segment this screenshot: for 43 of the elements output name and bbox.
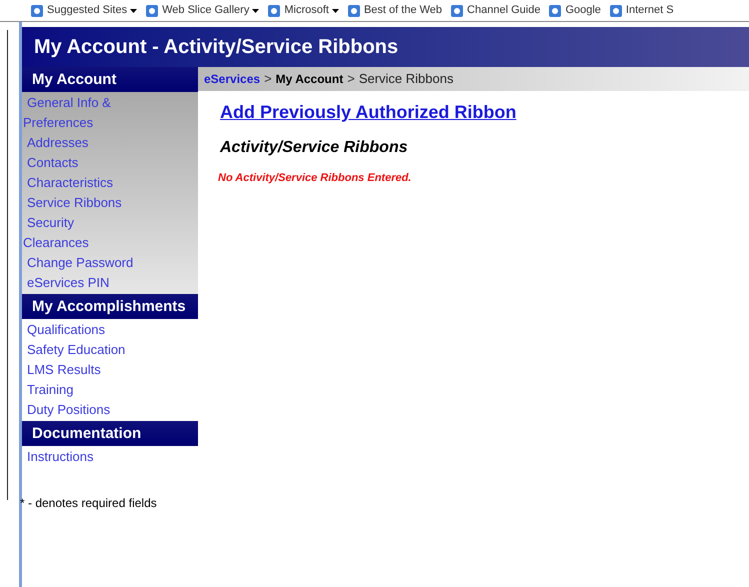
favorite-link[interactable]: Channel Guide (467, 4, 540, 17)
breadcrumb-item: My Account (276, 71, 344, 88)
sidebar-link[interactable]: Training (22, 380, 198, 400)
sidebar-link[interactable]: Change Password (22, 253, 198, 273)
page-icon (608, 4, 623, 18)
favorite-link[interactable]: Suggested Sites (47, 4, 128, 17)
sidebar-link[interactable]: Security Clearances (22, 213, 198, 253)
sidebar-link[interactable]: Addresses (22, 133, 198, 153)
caret-icon[interactable] (130, 8, 138, 12)
page-icon (267, 4, 282, 18)
sidebar-link[interactable]: Safety Education (22, 340, 198, 360)
page-icon (30, 4, 44, 18)
favorite-link[interactable]: Microsoft (284, 4, 329, 17)
add-ribbon-link[interactable]: Add Previously Authorized Ribbon (220, 99, 516, 126)
sidebar-link[interactable]: eServices PIN (22, 273, 198, 293)
footnote: * - denotes required fields (20, 495, 158, 512)
sidebar-link[interactable]: LMS Results (22, 360, 198, 380)
breadcrumb-item: Service Ribbons (358, 70, 454, 88)
sidebar-link[interactable]: Characteristics (22, 173, 198, 193)
caret-icon[interactable] (252, 8, 260, 12)
sidebar-link[interactable]: Qualifications (22, 320, 198, 340)
sidebar-heading: My Account (22, 67, 198, 92)
favorite-link[interactable]: Best of the Web (364, 4, 442, 17)
empty-message: No Activity/Service Ribbons Entered. (218, 171, 412, 186)
favorite-link[interactable]: Web Slice Gallery (162, 4, 250, 17)
page-icon (450, 4, 464, 18)
breadcrumb-item[interactable]: eServices (204, 70, 260, 88)
page-icon (145, 4, 160, 18)
sidebar-heading: My Accomplishments (22, 294, 198, 319)
favorite-link[interactable]: Internet S (626, 4, 674, 17)
breadcrumb-separator: > (347, 70, 355, 88)
sidebar-link[interactable]: Duty Positions (22, 400, 198, 420)
section-title: Activity/Service Ribbons (220, 138, 409, 158)
sidebar-heading: Documentation (22, 421, 198, 446)
breadcrumb-separator: > (264, 70, 272, 88)
page-title: My Account - Activity/Service Ribbons (22, 27, 749, 67)
caret-icon[interactable] (332, 8, 339, 12)
sidebar-link[interactable]: Contacts (22, 153, 198, 173)
page-icon (346, 4, 361, 18)
sidebar-link[interactable]: Instructions (22, 447, 198, 467)
favorite-link[interactable]: Google (565, 4, 601, 17)
page-icon (548, 4, 562, 18)
sidebar-link[interactable]: Service Ribbons (22, 193, 198, 213)
